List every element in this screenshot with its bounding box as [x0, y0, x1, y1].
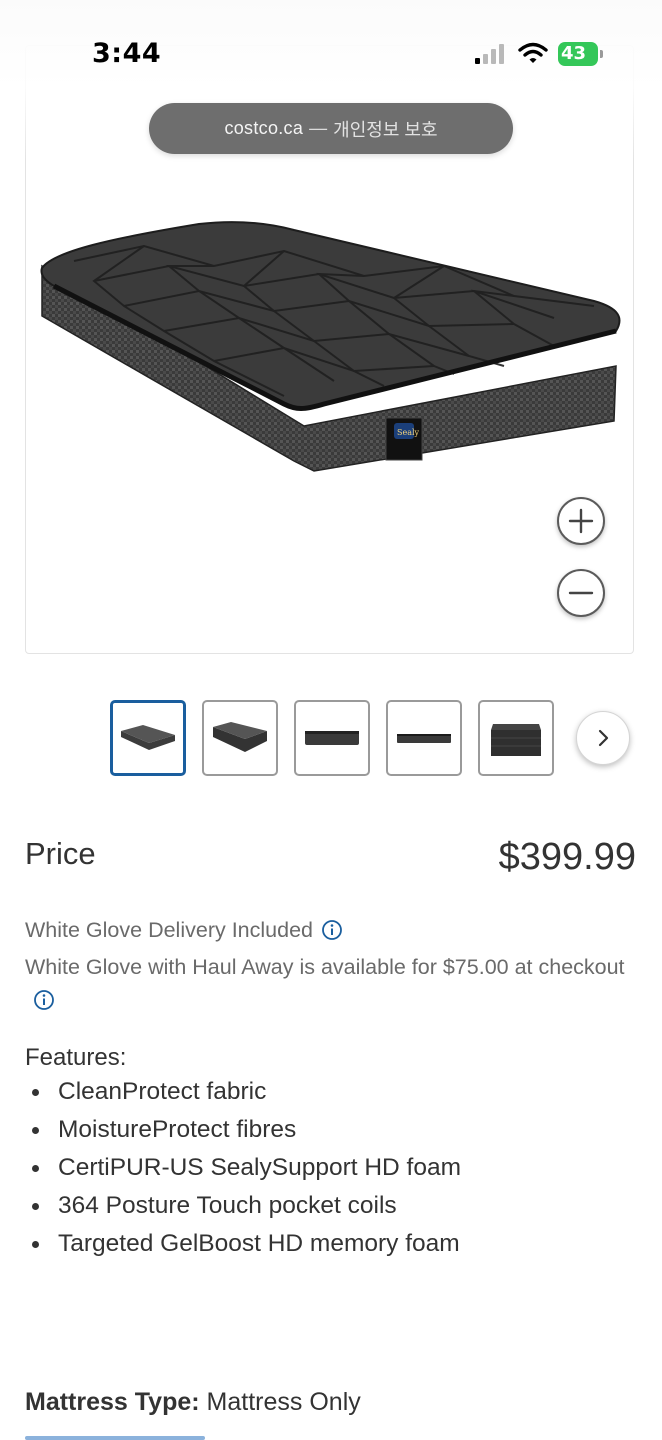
- chevron-right-icon: [598, 729, 609, 747]
- list-item: CertiPUR-US SealySupport HD foam: [25, 1151, 461, 1189]
- url-separator: —: [309, 118, 328, 138]
- feature-text: 364 Posture Touch pocket coils: [58, 1192, 397, 1219]
- mattress-image: Sealy: [40, 221, 621, 472]
- url-privacy-label: 개인정보 보호: [333, 119, 438, 140]
- feature-text: Targeted GelBoost HD memory foam: [58, 1230, 460, 1257]
- status-bar: 3:44 43: [0, 0, 662, 108]
- battery-icon: 43: [558, 42, 604, 66]
- feature-text: CertiPUR-US SealySupport HD foam: [58, 1154, 462, 1181]
- delivery-line-2: White Glove with Haul Away is available …: [25, 951, 625, 1021]
- mattress-thumbnail-image: [305, 731, 359, 745]
- zoom-out-button[interactable]: [557, 569, 605, 617]
- zoom-in-button[interactable]: [557, 497, 605, 545]
- delivery-info: White Glove Delivery Included White Glov…: [25, 914, 625, 1021]
- svg-text:Sealy: Sealy: [397, 428, 420, 437]
- feature-text: MoistureProtect fibres: [58, 1116, 297, 1143]
- url-domain: costco.ca: [224, 118, 304, 138]
- minus-icon: [568, 591, 594, 595]
- thumbnail-3[interactable]: [294, 700, 370, 776]
- list-item: 364 Posture Touch pocket coils: [25, 1189, 461, 1227]
- mattress-type-label: Mattress Type:: [25, 1388, 200, 1416]
- signal-icon: [475, 44, 504, 64]
- list-item: CleanProtect fabric: [25, 1075, 461, 1113]
- thumbnail-5[interactable]: [478, 700, 554, 776]
- wifi-icon: [518, 42, 548, 63]
- mattress-type-option-edge[interactable]: [25, 1436, 205, 1440]
- list-item: Targeted GelBoost HD memory foam: [25, 1227, 461, 1265]
- battery-level: 43: [561, 43, 587, 64]
- thumbnails-next-button[interactable]: [576, 711, 630, 765]
- thumbnail-2[interactable]: [202, 700, 278, 776]
- mattress-type-selector-label: Mattress Type: Mattress Only: [25, 1388, 361, 1417]
- info-icon[interactable]: [321, 918, 343, 951]
- delivery-line-1: White Glove Delivery Included: [25, 914, 625, 951]
- mattress-thumbnail-image: [121, 725, 175, 750]
- mattress-thumbnail-image: [397, 734, 451, 743]
- price-label: Price: [25, 836, 96, 871]
- plus-icon: [568, 508, 594, 534]
- features-heading: Features:: [25, 1044, 127, 1071]
- mattress-type-value: Mattress Only: [206, 1388, 361, 1416]
- status-time: 3:44: [92, 38, 162, 69]
- url-bar[interactable]: costco.ca — 개인정보 보호: [149, 103, 513, 154]
- info-icon[interactable]: [33, 988, 55, 1021]
- mattress-thumbnail-image: [213, 722, 267, 752]
- haul-away-text: White Glove with Haul Away is available …: [25, 955, 625, 979]
- white-glove-delivery-text: White Glove Delivery Included: [25, 918, 313, 942]
- price-value: $399.99: [498, 836, 636, 878]
- list-item: MoistureProtect fibres: [25, 1113, 461, 1151]
- feature-text: CleanProtect fabric: [58, 1078, 267, 1105]
- thumbnail-4[interactable]: [386, 700, 462, 776]
- features-list: CleanProtect fabric MoistureProtect fibr…: [25, 1075, 461, 1265]
- thumbnail-1[interactable]: [110, 700, 186, 776]
- mattress-thumbnail-image: [491, 724, 541, 756]
